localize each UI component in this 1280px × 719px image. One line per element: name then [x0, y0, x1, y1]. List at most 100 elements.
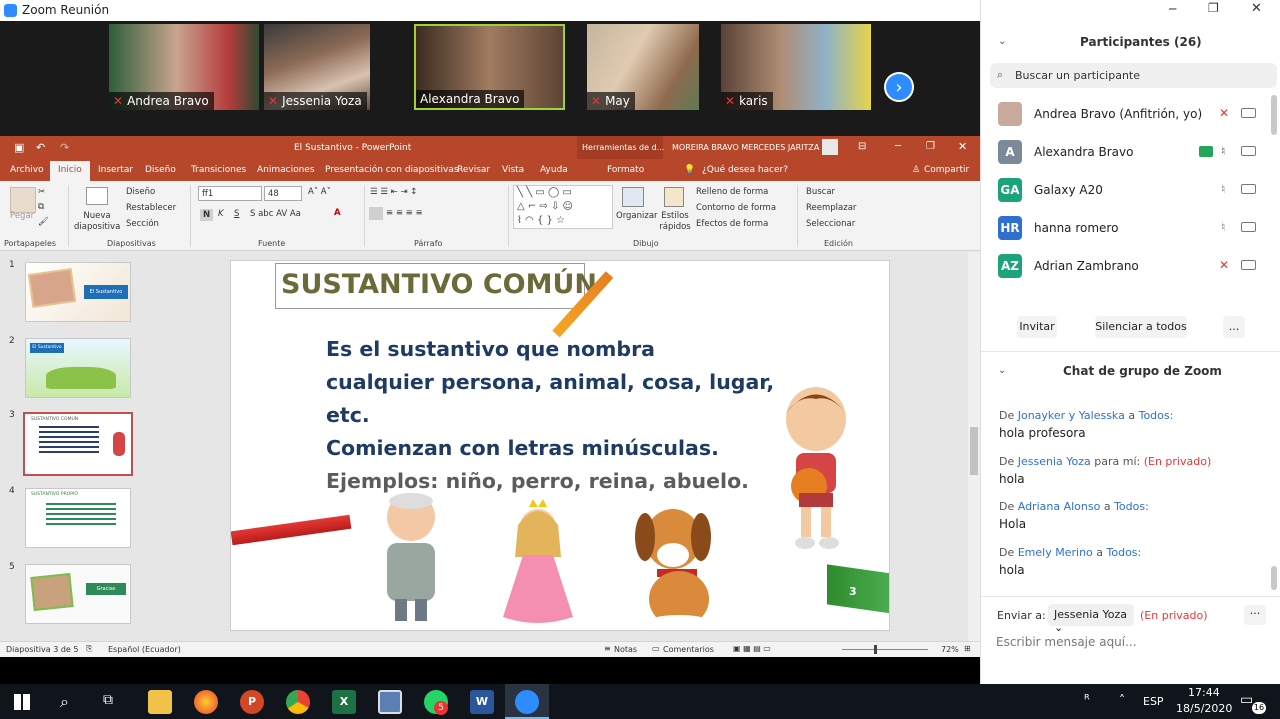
slide-thumbnail[interactable]: El Sustantivo [25, 262, 131, 322]
ppt-user-name[interactable]: MOREIRA BRAVO MERCEDES JARITZA [672, 143, 819, 152]
invite-button[interactable]: Invitar [1017, 316, 1057, 338]
fit-slide-icon[interactable]: ⊞ [964, 644, 971, 653]
tell-me-input[interactable]: ¿Qué desea hacer? [702, 165, 788, 175]
close-window-icon[interactable]: ✕ [1251, 1, 1262, 16]
participant-row[interactable]: GA Galaxy A20 ♮ [981, 171, 1271, 209]
mic-muted-icon[interactable]: ✕ [1219, 258, 1229, 272]
chevron-up-icon[interactable]: ˄ [1119, 693, 1125, 707]
align-icons[interactable]: ≡ ≡ ≡ ≡ [386, 208, 423, 218]
underline-icon[interactable]: S [234, 209, 239, 219]
tab-vista[interactable]: Vista [502, 165, 524, 175]
chat-scrollbar[interactable] [1271, 566, 1277, 590]
collapse-participants-icon[interactable]: ⌄ [998, 36, 1006, 47]
replace-button[interactable]: Reemplazar [806, 203, 856, 213]
normal-view-icon[interactable]: ▣ ▦ ▤ ▭ [733, 644, 771, 653]
windows-start-icon[interactable] [14, 694, 30, 710]
spellcheck-icon[interactable]: ⎘ [86, 644, 92, 654]
save-icon[interactable]: ▣ [14, 141, 24, 154]
comments-button[interactable]: Comentarios [663, 645, 714, 654]
video-tile[interactable]: ✕ Andrea Bravo [109, 24, 259, 110]
send-to-select[interactable]: Jessenia Yoza ⌄ [1048, 604, 1134, 634]
share-button[interactable]: Compartir [924, 165, 969, 175]
search-icon[interactable]: ⌕ [60, 692, 69, 712]
select-button[interactable]: Seleccionar [806, 219, 855, 229]
input-language[interactable]: ESP [1143, 695, 1164, 708]
font-size-select[interactable]: 48 [264, 186, 302, 201]
close-icon[interactable]: ✕ [958, 140, 967, 153]
new-slide-button[interactable]: Nueva diapositiva [74, 211, 120, 233]
chat-more-button[interactable]: ··· [1244, 605, 1266, 625]
zoom-slider-thumb[interactable] [874, 645, 877, 654]
next-page-button[interactable]: › [884, 72, 914, 102]
tab-animaciones[interactable]: Animaciones [257, 165, 315, 175]
find-button[interactable]: Buscar [806, 187, 835, 197]
align-left-icon[interactable] [369, 207, 383, 220]
camera-icon[interactable] [1241, 222, 1256, 232]
mute-all-button[interactable]: Silenciar a todos [1095, 316, 1187, 338]
minimize-window-icon[interactable]: ─ [1169, 2, 1176, 16]
powerpoint-icon[interactable]: P [240, 690, 264, 714]
new-slide-icon[interactable] [86, 187, 108, 205]
arrange-icon[interactable] [622, 187, 644, 207]
tab-revisar[interactable]: Revisar [457, 165, 490, 175]
excel-icon[interactable]: X [332, 690, 356, 714]
shapes-gallery[interactable]: ╲ ╲ ▭ ◯ ▭ △ ⌐ ⇨ ⇩ ☺ ⌇ ◠ { } ☆ [513, 185, 613, 229]
format-painter-icon[interactable]: 🖌 [38, 217, 49, 227]
camera-icon[interactable] [1241, 260, 1256, 270]
collapse-chat-icon[interactable]: ⌄ [998, 365, 1006, 376]
italic-icon[interactable]: K [218, 209, 224, 219]
participant-row[interactable]: A Alexandra Bravo ♮ [981, 133, 1271, 171]
list-icons[interactable]: ☰ ☰ ⇤ ⇥ ↕ [370, 187, 417, 197]
user-avatar[interactable] [822, 139, 838, 155]
slide-thumbnail[interactable]: Gracias [25, 564, 131, 624]
tab-transiciones[interactable]: Transiciones [191, 165, 246, 175]
arrange-button[interactable]: Organizar [616, 211, 658, 221]
paste-icon[interactable] [10, 187, 36, 213]
participants-scrollbar[interactable] [1271, 95, 1277, 135]
tab-ayuda[interactable]: Ayuda [540, 165, 568, 175]
slide-thumbnail[interactable]: El Sustantivo [25, 338, 131, 398]
notes-button[interactable]: Notas [614, 645, 637, 654]
participant-row[interactable]: HR hanna romero ♮ [981, 209, 1271, 247]
sender-link[interactable]: Jessenia Yoza [1018, 455, 1091, 468]
firefox-icon[interactable] [194, 690, 218, 714]
ribbon-display-icon[interactable]: ⊟ [858, 141, 866, 152]
mic-icon[interactable]: ♮ [1221, 220, 1225, 234]
task-view-icon[interactable]: ⧉ [103, 692, 113, 708]
sender-link[interactable]: Jonayker y Yalesska [1018, 409, 1125, 422]
copy-icon[interactable]: ⧉ [38, 202, 44, 212]
redo-icon[interactable]: ↷ [60, 141, 69, 154]
shape-fill-button[interactable]: Relleno de forma [696, 187, 768, 197]
cut-icon[interactable]: ✂ [38, 187, 45, 197]
font-name-select[interactable]: ff1 [198, 186, 262, 201]
video-tile[interactable]: ✕ Jessenia Yoza [264, 24, 370, 110]
participant-search-input[interactable]: ⌕ Buscar un participante [990, 63, 1277, 88]
slide-thumbnail-selected[interactable]: SUSTANTIVO COMÚN [23, 412, 133, 476]
zoom-slider[interactable] [842, 649, 928, 650]
font-format-icons[interactable]: S abc AV Aa [250, 209, 301, 219]
undo-icon[interactable]: ↶ [36, 141, 45, 154]
camera-icon[interactable] [1241, 146, 1256, 156]
mic-icon[interactable]: ♮ [1221, 182, 1225, 196]
quick-styles-button[interactable]: Estilos rápidos [658, 211, 692, 233]
camera-icon[interactable] [1241, 108, 1256, 118]
restore-window-icon[interactable]: ❐ [1208, 1, 1219, 15]
bold-icon[interactable]: N [200, 209, 214, 221]
reset-button[interactable]: Restablecer [126, 203, 176, 213]
clock-date[interactable]: 18/5/2020 [1176, 702, 1232, 715]
current-slide[interactable]: SUSTANTIVO COMÚN Es el sustantivo que no… [230, 260, 890, 631]
font-color-icon[interactable]: A [334, 208, 341, 218]
file-explorer-icon[interactable] [148, 690, 172, 714]
quick-styles-icon[interactable] [664, 187, 684, 207]
mic-icon[interactable]: ♮ [1221, 144, 1225, 158]
camera-icon[interactable] [1241, 184, 1256, 194]
layout-button[interactable]: Diseño [126, 187, 155, 197]
shape-effects-button[interactable]: Efectos de forma [696, 219, 768, 229]
video-tile[interactable]: ✕ karis [721, 24, 871, 110]
tab-inicio[interactable]: Inicio [50, 161, 90, 181]
zoom-level[interactable]: 72% [941, 645, 959, 654]
tab-archivo[interactable]: Archivo [10, 165, 44, 175]
clock-time[interactable]: 17:44 [1188, 686, 1220, 699]
sender-link[interactable]: Emely Merino [1018, 546, 1093, 559]
section-button[interactable]: Sección [126, 219, 159, 229]
